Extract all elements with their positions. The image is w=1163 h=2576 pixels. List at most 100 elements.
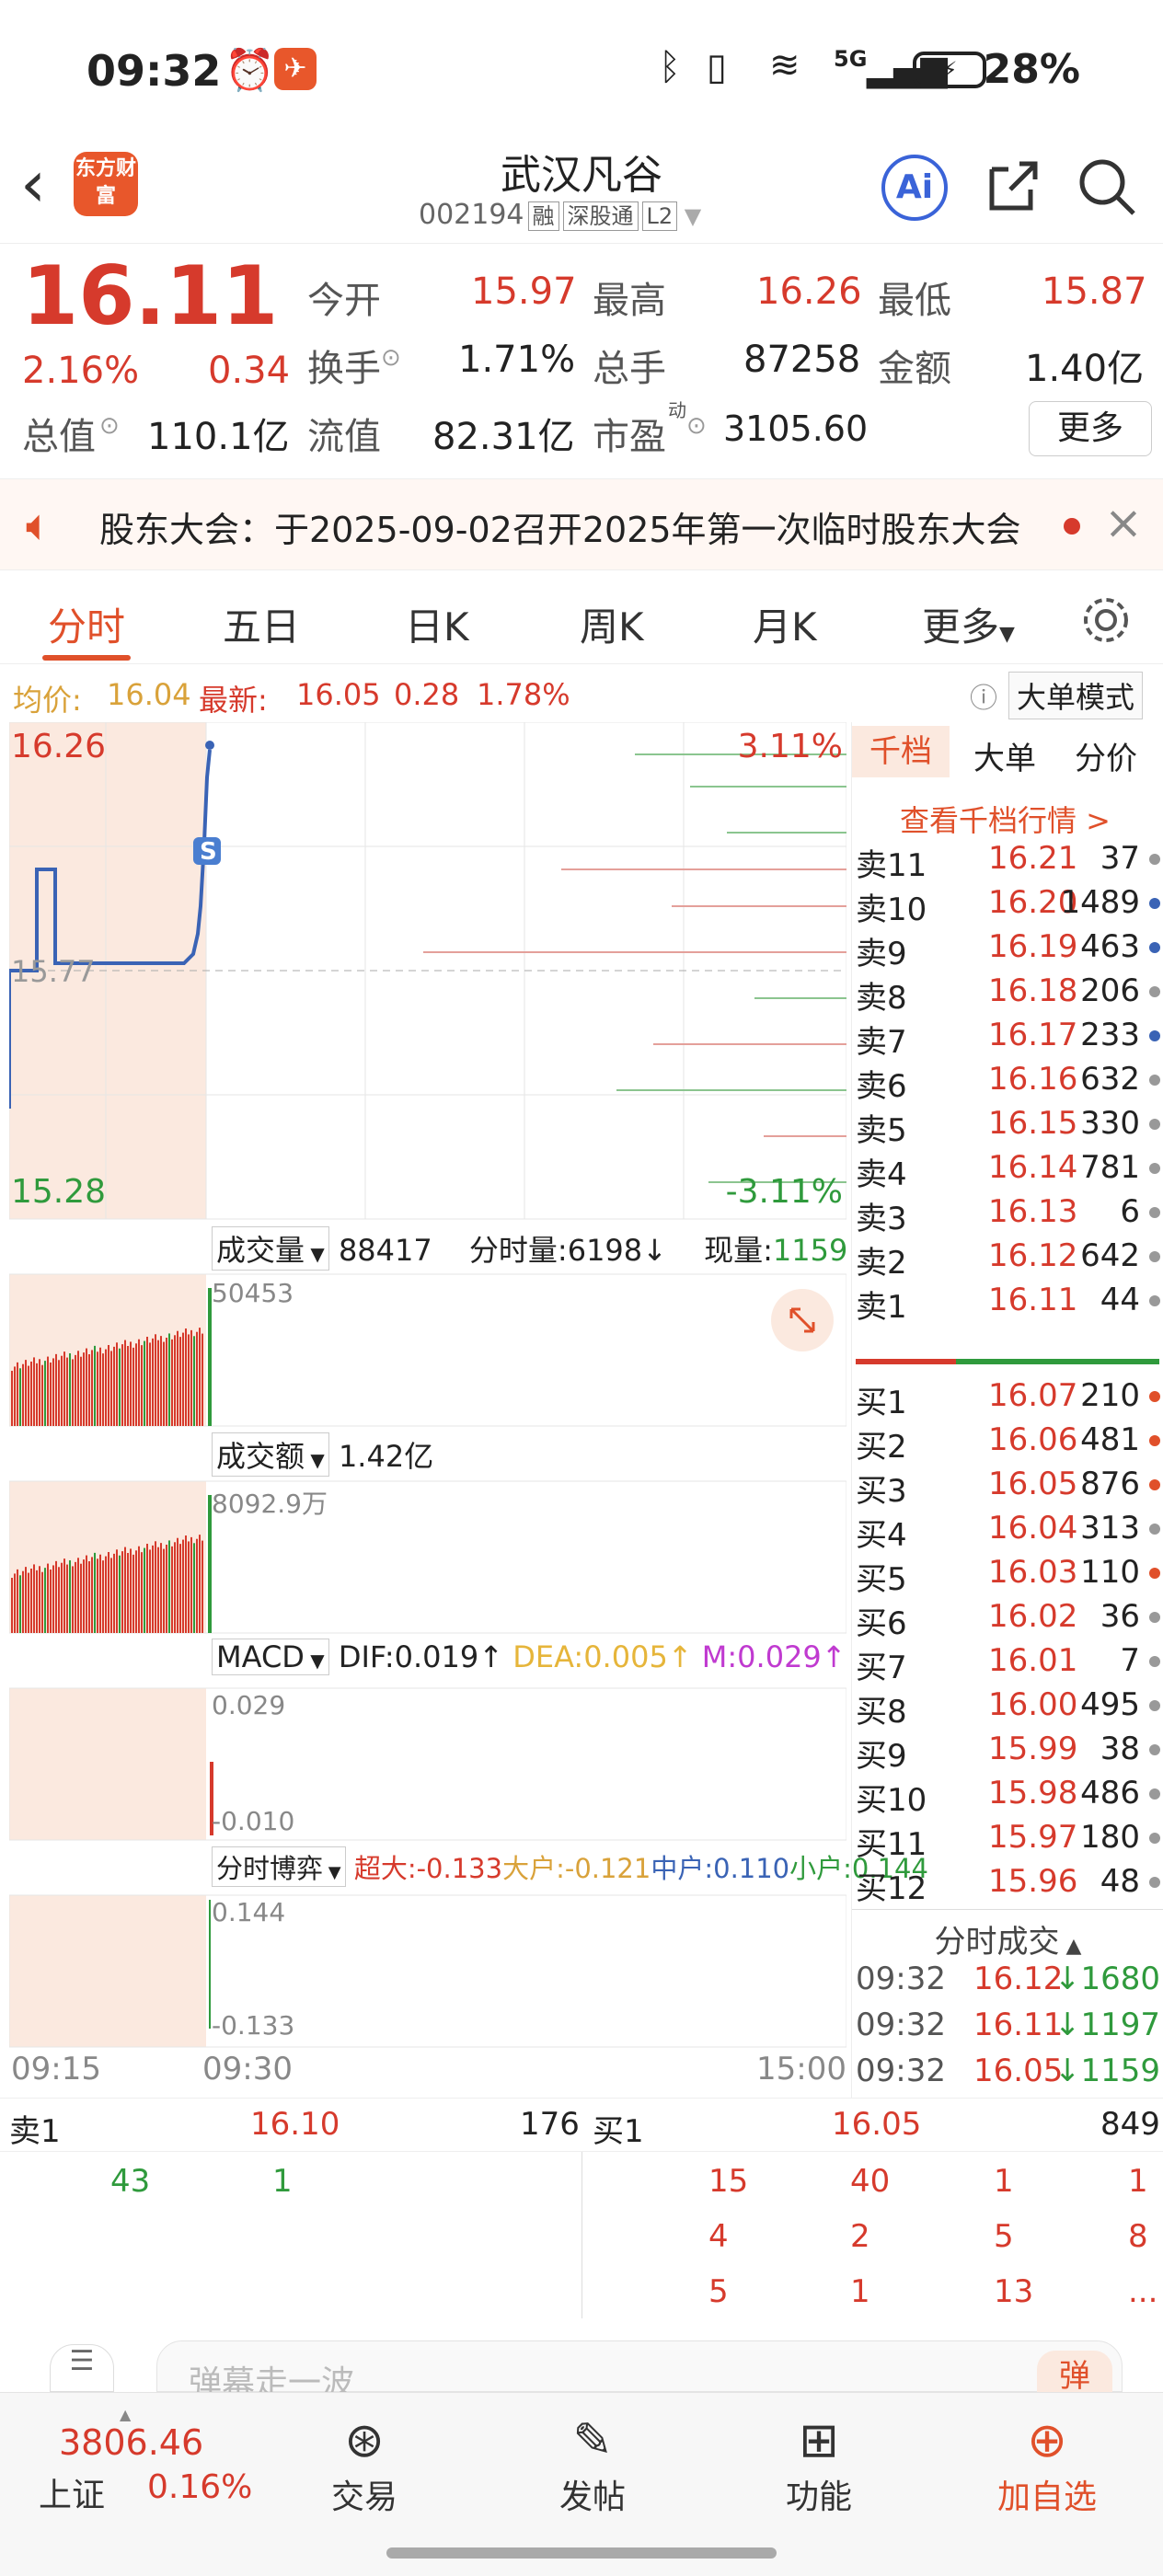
nav-functions-label: 功能: [785, 2478, 852, 2516]
game-top-label: 0.144: [212, 1897, 286, 1927]
nav-add-watchlist[interactable]: ⊕ 加自选: [983, 2411, 1111, 2518]
info-icon[interactable]: ⊙: [381, 344, 401, 372]
buy-queue-item: 5: [994, 2218, 1014, 2255]
game-dropdown[interactable]: 分时博弈 ▼: [212, 1846, 346, 1887]
ai-assistant-button[interactable]: Ai: [881, 155, 948, 221]
bar: [80, 1563, 82, 1633]
buy-level-row[interactable]: 买10 15.98 486: [852, 1775, 1163, 1819]
buy-level-row[interactable]: 买8 16.00 495: [852, 1686, 1163, 1731]
stock-code-row[interactable]: 002194 融深股通 L2 ▼: [419, 199, 701, 231]
home-indicator[interactable]: [386, 2547, 777, 2559]
sell-level-row[interactable]: 卖3 16.13 6: [852, 1193, 1163, 1237]
bar: [63, 1351, 65, 1426]
macd-dif: DIF:0.019↑: [338, 1639, 504, 1674]
tab-more[interactable]: 更多▼: [922, 596, 1015, 652]
buy-level-row[interactable]: 买9 15.99 38: [852, 1731, 1163, 1775]
buy-level-label: 买2: [856, 1429, 907, 1466]
buy-queue-item: 5: [708, 2273, 729, 2310]
bar: [193, 1543, 195, 1633]
tab-big-order[interactable]: 大单: [973, 733, 1036, 778]
sell-level-row[interactable]: 卖1 16.11 44: [852, 1282, 1163, 1326]
bar: [33, 1564, 35, 1633]
more-button[interactable]: 更多: [1029, 401, 1152, 456]
bar: [196, 1331, 198, 1426]
sell-level-row[interactable]: 卖9 16.19 463: [852, 928, 1163, 972]
intraday-chart[interactable]: S 16.26 15.77 15.28 3.11% -3.11% 成交量 ▼ 8…: [9, 722, 928, 2087]
bar: [94, 1552, 96, 1633]
buy-level-row[interactable]: 买6 16.02 36: [852, 1598, 1163, 1642]
bar: [19, 1575, 21, 1633]
buy-level-row[interactable]: 买5 16.03 110: [852, 1554, 1163, 1598]
settings-gear-icon[interactable]: [1078, 592, 1134, 648]
buy-queue-item: 40: [850, 2163, 891, 2200]
volume-dropdown[interactable]: 成交量 ▼: [212, 1226, 329, 1271]
info-icon[interactable]: ⊙: [686, 412, 707, 440]
tab-intraday[interactable]: 分时: [48, 596, 125, 652]
sell-level-row[interactable]: 卖5 16.15 330: [852, 1105, 1163, 1149]
danmaku-list-icon[interactable]: ☰: [50, 2344, 114, 2392]
tab-monthly-k[interactable]: 月K: [753, 596, 817, 652]
notice-bar[interactable]: 🔈︎ 股东大会：于2025-09-02召开2025年第一次临时股东大会 ×: [0, 478, 1163, 570]
trades-title[interactable]: 分时成交 ▲: [852, 1916, 1163, 1961]
game-header: 分时博弈 ▼ 超大:-0.133大户:-0.121中户:0.110小户:0.14…: [212, 1846, 928, 1887]
notice-text: 股东大会：于2025-09-02召开2025年第一次临时股东大会: [99, 510, 1021, 550]
trade-price: 16.05: [973, 2053, 1064, 2089]
sell-level-volume: 37: [1100, 840, 1140, 877]
nav-trade[interactable]: ⊛ 交易: [300, 2411, 429, 2518]
info-icon[interactable]: ⊙: [99, 412, 120, 440]
nav-functions[interactable]: ⊞ 功能: [754, 2411, 883, 2518]
macd-label: MACD: [216, 1639, 305, 1674]
amount-dropdown[interactable]: 成交额 ▼: [212, 1432, 329, 1477]
tab-price-split[interactable]: 分价: [1075, 733, 1137, 778]
help-icon[interactable]: ⓘ: [970, 675, 997, 716]
bar: [86, 1555, 87, 1633]
nav-post[interactable]: ✎ 发帖: [528, 2411, 657, 2518]
tab-five-day[interactable]: 五日: [223, 596, 300, 652]
sell1-price: 16.10: [250, 2106, 340, 2143]
view-depth-link[interactable]: 查看千档行情 >: [900, 798, 1111, 840]
bar: [14, 1573, 16, 1633]
trade-price: 16.12: [973, 1961, 1064, 1997]
tab-daily-k[interactable]: 日K: [405, 596, 469, 652]
volume-value: 87258: [743, 339, 861, 381]
sell-level-row[interactable]: 卖10 16.20 1489: [852, 884, 1163, 928]
sell-level-row[interactable]: 卖6 16.16 632: [852, 1061, 1163, 1105]
buy-level-row[interactable]: 买11 15.97 180: [852, 1819, 1163, 1863]
top-price-label: 16.26: [11, 728, 107, 765]
buy-level-row[interactable]: 买2 16.06 481: [852, 1421, 1163, 1466]
queue-table: 卖1 16.10 176 买1 16.05 849 43 1 15 40 1 1 4 2 5…: [0, 2098, 1163, 2319]
tab-weekly-k[interactable]: 周K: [580, 596, 644, 652]
share-icon[interactable]: [983, 156, 1042, 215]
danmaku-send-button[interactable]: 弹: [1037, 2351, 1112, 2395]
buy-level-row[interactable]: 买12 15.96 48: [852, 1863, 1163, 1907]
bar: [66, 1357, 68, 1426]
trade-volume: ↓1159: [1054, 2053, 1160, 2089]
sell-level-row[interactable]: 卖4 16.14 781: [852, 1149, 1163, 1193]
close-icon[interactable]: ×: [1104, 496, 1143, 549]
search-icon[interactable]: [1077, 156, 1137, 217]
latest-pct: 1.78%: [477, 677, 570, 712]
buy-level-row[interactable]: 买4 16.04 313: [852, 1510, 1163, 1554]
buy-level-row[interactable]: 买1 16.07 210: [852, 1377, 1163, 1421]
big-order-mode-button[interactable]: 大单模式: [1008, 672, 1144, 719]
bar: [11, 1578, 13, 1633]
index-widget[interactable]: ▲ 3806.46 上证 0.16%: [18, 2406, 258, 2514]
danmaku-input[interactable]: 弹幕走一波 弹: [156, 2340, 1123, 2402]
sell-level-row[interactable]: 卖8 16.18 206: [852, 972, 1163, 1017]
buy-level-row[interactable]: 买3 16.05 876: [852, 1466, 1163, 1510]
sell-level-label: 卖9: [856, 936, 907, 972]
tab-depth[interactable]: 千档: [852, 726, 950, 777]
buy-queue-item: 15: [708, 2163, 749, 2200]
order-dot: [1149, 1656, 1160, 1667]
buy-level-volume: 36: [1100, 1598, 1140, 1635]
sell-level-label: 卖1: [856, 1289, 907, 1326]
bar: [75, 1354, 76, 1426]
sell-level-row[interactable]: 卖11 16.21 37: [852, 840, 1163, 884]
sell-level-volume: 330: [1080, 1105, 1140, 1142]
bar: [83, 1352, 85, 1426]
sell-level-row[interactable]: 卖2 16.12 642: [852, 1237, 1163, 1282]
sell-level-label: 卖2: [856, 1245, 907, 1282]
macd-dropdown[interactable]: MACD ▼: [212, 1639, 329, 1675]
buy-level-row[interactable]: 买7 16.01 7: [852, 1642, 1163, 1686]
sell-level-row[interactable]: 卖7 16.17 233: [852, 1017, 1163, 1061]
